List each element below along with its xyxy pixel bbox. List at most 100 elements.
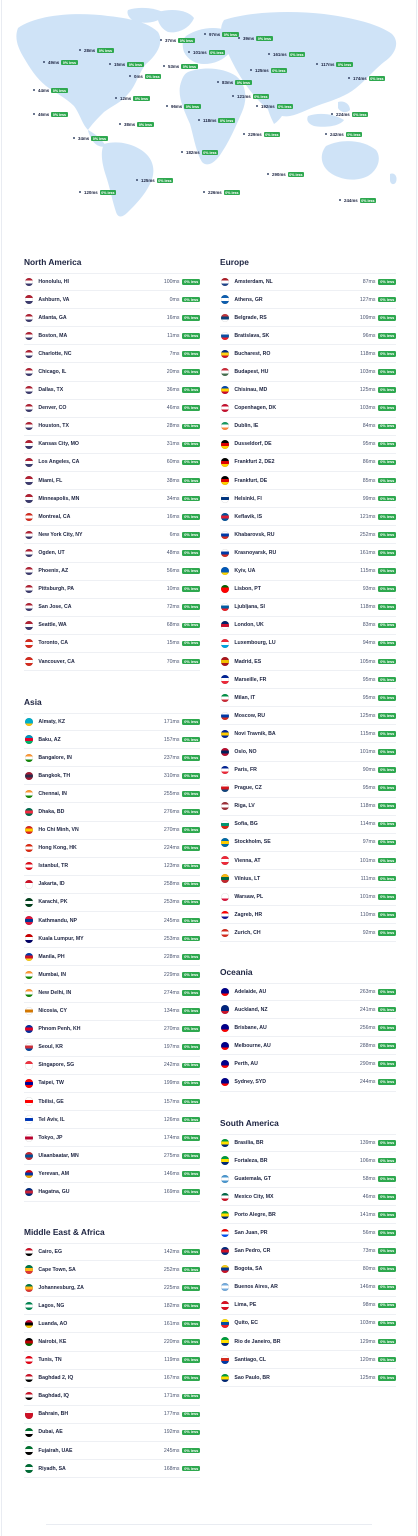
less-badge: 0% less bbox=[378, 713, 396, 719]
less-badge: 0% less bbox=[378, 1266, 396, 1272]
location-name: Sofia, BG bbox=[234, 821, 258, 828]
less-badge: 0% less bbox=[182, 1321, 200, 1327]
less-badge: 0% less bbox=[182, 1026, 200, 1032]
location-row: Brisbane, AU 256ms 0% less bbox=[220, 1019, 396, 1038]
location-name: Bratislava, SK bbox=[234, 332, 270, 339]
location-row: Zagreb, HR 110ms 0% less bbox=[220, 906, 396, 925]
latency-value: 245ms bbox=[163, 1447, 180, 1454]
flag-icon-us bbox=[25, 458, 34, 467]
location-name: New York City, NY bbox=[38, 531, 83, 538]
location-name: Porto Alegre, BR bbox=[234, 1211, 276, 1218]
flag-icon-ca bbox=[25, 639, 34, 648]
flag-icon-ru bbox=[221, 548, 230, 558]
flag-icon-us bbox=[25, 566, 34, 576]
location-row: Vilnius, LT 111ms 0% less bbox=[220, 870, 396, 889]
location-name: Phnom Penh, KH bbox=[38, 1026, 81, 1033]
location-row: Ulaanbaatar, MN 275ms 0% less bbox=[24, 1147, 200, 1166]
location-row: Houston, TX 28ms 0% less bbox=[24, 418, 200, 436]
location-name: Bogota, SA bbox=[234, 1266, 263, 1273]
map-latency-label: 34ms 0% less bbox=[78, 136, 108, 142]
less-badge: 0% less bbox=[378, 1248, 396, 1254]
flag-icon-gu bbox=[25, 1187, 34, 1197]
map-less-badge: 0% less bbox=[61, 60, 78, 66]
latency-value: 85ms bbox=[362, 477, 376, 484]
flag-icon-my bbox=[25, 934, 34, 943]
flag-icon-it bbox=[221, 693, 230, 702]
location-name: Ashburn, VA bbox=[38, 296, 70, 303]
location-row: Lagos, NG 182ms 0% less bbox=[24, 1297, 200, 1316]
map-latency-value: 192ms bbox=[261, 104, 275, 110]
flag-icon-kh bbox=[25, 1024, 34, 1034]
location-name: Brisbane, AU bbox=[234, 1024, 267, 1031]
latency-value: 115ms bbox=[360, 568, 376, 575]
map-less-badge: 0% less bbox=[181, 64, 198, 70]
map-latency-label: 229ms 0% less bbox=[248, 132, 281, 138]
location-name: Johannesburg, ZA bbox=[38, 1284, 84, 1291]
section-title: Middle East & Africa bbox=[24, 1227, 105, 1237]
location-name: San Pedro, CR bbox=[234, 1248, 271, 1255]
map-latency-label: 226ms 0% less bbox=[208, 190, 241, 196]
map-latency-label: 96ms 0% less bbox=[171, 104, 201, 110]
location-row: Los Angeles, CA 60ms 0% less bbox=[24, 454, 200, 473]
flag-icon-us bbox=[25, 494, 34, 503]
map-latency-value: 53ms bbox=[168, 64, 180, 70]
flag-icon-uk bbox=[221, 621, 230, 630]
location-row: Dublin, IE 84ms 0% less bbox=[220, 418, 396, 436]
flag-icon-iq bbox=[25, 1374, 34, 1383]
flag-icon-za bbox=[25, 1265, 34, 1274]
map-latency-label: 161ms 0% less bbox=[273, 52, 306, 58]
location-row: Seattle, WA 68ms 0% less bbox=[24, 617, 200, 635]
location-name: Marseille, FR bbox=[234, 676, 267, 683]
location-name: Lagos, NG bbox=[38, 1302, 65, 1309]
location-row: Miami, FL 38ms 0% less bbox=[24, 472, 200, 491]
flag-icon-pr bbox=[221, 1228, 230, 1238]
location-name: Baghdad 2, IQ bbox=[38, 1375, 74, 1382]
location-name: Bucharest, RO bbox=[234, 350, 271, 357]
latency-value: 224ms bbox=[163, 845, 180, 852]
location-row: Cairo, EG 142ms 0% less bbox=[24, 1243, 200, 1262]
location-row: Dallas, TX 36ms 0% less bbox=[24, 382, 200, 400]
map-less-badge: 0% less bbox=[345, 132, 363, 138]
less-badge: 0% less bbox=[378, 513, 396, 520]
flag-icon-rs bbox=[221, 313, 230, 322]
latency-value: 229ms bbox=[163, 971, 180, 978]
location-row: Taipei, TW 199ms 0% less bbox=[24, 1075, 200, 1093]
location-name: Pittsburgh, PA bbox=[38, 586, 75, 593]
location-row: Amsterdam, NL 87ms 0% less bbox=[220, 273, 396, 292]
location-row: Santiago, CL 120ms 0% less bbox=[220, 1351, 396, 1370]
latency-value: 253ms bbox=[163, 935, 180, 942]
less-badge: 0% less bbox=[182, 1357, 200, 1363]
map-latency-label: 12ms 0% less bbox=[120, 96, 150, 102]
less-badge: 0% less bbox=[378, 1302, 396, 1309]
location-row: Frankfurt, DE 85ms 0% less bbox=[220, 472, 396, 491]
map-less-badge: 0% less bbox=[287, 172, 305, 178]
location-name: Honolulu, HI bbox=[38, 279, 69, 286]
location-name: Cape Town, SA bbox=[38, 1266, 76, 1273]
less-badge: 0% less bbox=[182, 1375, 200, 1381]
less-badge: 0% less bbox=[378, 351, 396, 357]
latency-value: 100ms bbox=[163, 279, 180, 286]
map-latency-label: 125ms 0% less bbox=[255, 68, 288, 74]
latency-value: 114ms bbox=[360, 821, 376, 828]
flag-icon-ro bbox=[221, 349, 230, 359]
flag-icon-bd bbox=[25, 807, 34, 817]
less-badge: 0% less bbox=[182, 658, 200, 665]
flag-icon-id bbox=[25, 880, 34, 889]
location-row: Kathmandu, NP 245ms 0% less bbox=[24, 912, 200, 931]
flag-icon-il bbox=[25, 1115, 34, 1124]
location-row: Ashburn, VA 0ms 0% less bbox=[24, 291, 200, 310]
location-row: Paris, FR 90ms 0% less bbox=[220, 762, 396, 780]
latency-value: 101ms bbox=[359, 748, 376, 755]
location-row: Dusseldorf, DE 95ms 0% less bbox=[220, 436, 396, 454]
latency-value: 263ms bbox=[359, 989, 376, 996]
location-row: Bratislava, SK 96ms 0% less bbox=[220, 327, 396, 346]
section-middle-east-africa: Middle East & Africa Cairo, EG 142ms 0% le… bbox=[24, 1226, 200, 1479]
flag-icon-no bbox=[221, 747, 230, 757]
map-latency-value: 121ms bbox=[237, 94, 251, 100]
latency-value: 177ms bbox=[163, 1411, 180, 1418]
location-name: Chicago, IL bbox=[38, 369, 67, 376]
flag-icon-iq bbox=[25, 1392, 34, 1401]
latency-value: 11ms bbox=[167, 332, 180, 339]
flag-icon-ru bbox=[221, 711, 230, 720]
map-latency-value: 117ms bbox=[321, 62, 335, 68]
